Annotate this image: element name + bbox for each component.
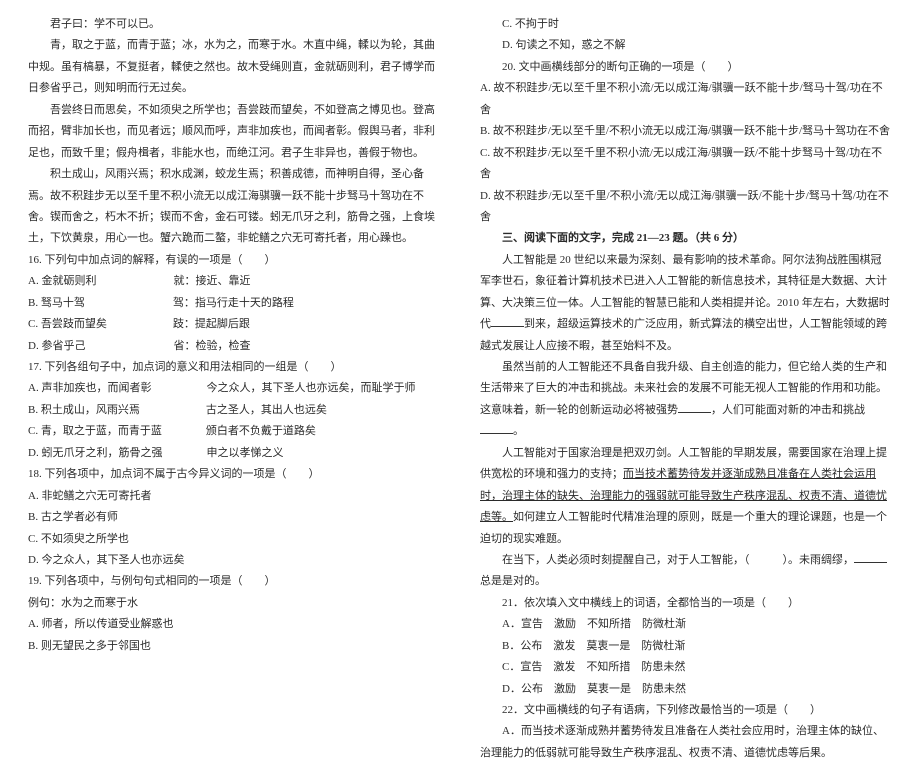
q20-stem: 20. 文中画横线部分的断句正确的一项是（ ） (480, 57, 892, 78)
q22-stem: 22．文中画横线的句子有语病，下列修改最恰当的一项是（ ） (480, 700, 892, 721)
q19-a: A. 师者，所以传道受业解惑也 (28, 614, 440, 635)
q19-b: B. 则无望民之多于邻国也 (28, 636, 440, 657)
blank-4 (854, 552, 887, 563)
q16-stem: 16. 下列句中加点词的解释，有误的一项是（ ） (28, 250, 440, 271)
q21-stem: 21．依次填入文中横线上的词语，全都恰当的一项是（ ） (480, 593, 892, 614)
q18-b: B. 古之学者必有师 (28, 507, 440, 528)
q20-b: B. 故不积跬步/无以至千里/不积小流无以成江海/骐骥一跃不能十步/驽马十驾功在… (480, 121, 892, 142)
q20-d: D. 故不积跬步/无以至千里/不积小流/无以成江海/骐骥一跃/不能十步/驽马十驾… (480, 186, 892, 229)
blank-1 (491, 316, 524, 327)
passage-p2: 青，取之于蓝，而青于蓝；冰，水为之，而寒于水。木直中绳，輮以为轮，其曲中规。虽有… (28, 35, 440, 99)
q17-stem: 17. 下列各组句子中，加点词的意义和用法相同的一组是（ ） (28, 357, 440, 378)
q17-a: A. 声非加疾也，而闻者彰 今之众人，其下圣人也亦远矣，而耻学于师 (28, 378, 440, 399)
q20-a: A. 故不积跬步/无以至千里不积小流/无以成江海/骐骥一跃不能十步/驽马十驾/功… (480, 78, 892, 121)
right-column: C. 不拘于时 D. 句读之不知，惑之不解 20. 文中画横线部分的断句正确的一… (480, 14, 892, 636)
q16-a: A. 金就砺则利 就：接近、靠近 (28, 271, 440, 292)
q17-c: C. 青，取之于蓝，而青于蓝 颁白者不负戴于道路矣 (28, 421, 440, 442)
q21-b: B．公布 激发 莫衷一是 防微杜渐 (480, 636, 892, 657)
q21-a: A．宣告 激励 不知所措 防微杜渐 (480, 614, 892, 635)
left-column: 君子曰：学不可以已。 青，取之于蓝，而青于蓝；冰，水为之，而寒于水。木直中绳，輮… (28, 14, 440, 636)
blank-3 (480, 423, 513, 434)
q20-c: C. 故不积跬步/无以至千里不积小流/无以成江海/骐骥一跃/不能十步驽马十驾/功… (480, 143, 892, 186)
q21-c: C．宣告 激发 不知所措 防患未然 (480, 657, 892, 678)
p6-c: 。 (513, 425, 524, 437)
passage-p1: 君子曰：学不可以已。 (28, 14, 440, 35)
q21-d: D．公布 激励 莫衷一是 防患未然 (480, 679, 892, 700)
q17-d: D. 蚓无爪牙之利，筋骨之强 申之以孝悌之义 (28, 443, 440, 464)
q18-a: A. 非蛇鳝之穴无可寄托者 (28, 486, 440, 507)
p8-b: 总是是对的。 (480, 575, 546, 587)
passage-p5: 人工智能是 20 世纪以来最为深刻、最有影响的技术革命。阿尔法狗战胜围棋冠军李世… (480, 250, 892, 357)
p6-b: ，人们可能面对新的冲击和挑战 (711, 404, 865, 416)
q19-stem: 19. 下列各项中，与例句句式相同的一项是（ ） (28, 571, 440, 592)
q17-b: B. 积土成山，风雨兴焉 古之圣人，其出人也远矣 (28, 400, 440, 421)
q18-stem: 18. 下列各项中，加点词不属于古今异义词的一项是（ ） (28, 464, 440, 485)
q16-c: C. 吾尝跂而望矣 跂：提起脚后跟 (28, 314, 440, 335)
passage-p3: 吾尝终日而思矣，不如须臾之所学也；吾尝跂而望矣，不如登高之博见也。登高而招，臂非… (28, 100, 440, 164)
q16-d: D. 参省乎己 省：检验，检查 (28, 336, 440, 357)
passage-p7: 人工智能对于国家治理是把双刃剑。人工智能的早期发展，需要国家在治理上提供宽松的环… (480, 443, 892, 550)
p8-a: 在当下，人类必须时刻提醒自己，对于人工智能，（ ）。未雨绸缪， (502, 554, 854, 566)
q22-a: A．而当技术逐渐成熟并蓄势待发且准备在人类社会应用时，治理主体的缺位、治理能力的… (480, 721, 892, 764)
passage-p8: 在当下，人类必须时刻提醒自己，对于人工智能，（ ）。未雨绸缪， 总是是对的。 (480, 550, 892, 593)
q19-d: D. 句读之不知，惑之不解 (480, 35, 892, 56)
q16-b: B. 驽马十驾 驾：指马行走十天的路程 (28, 293, 440, 314)
blank-2 (678, 402, 711, 413)
p5-b: 到来，超级运算技术的广泛应用，新式算法的横空出世，人工智能领域的跨越式发展让人应… (480, 318, 887, 351)
section-3-heading: 三、阅读下面的文字，完成 21—23 题。（共 6 分） (480, 228, 892, 249)
q19-example: 例句：水为之而寒于水 (28, 593, 440, 614)
passage-p6: 虽然当前的人工智能还不具备自我升级、自主创造的能力，但它给人类的生产和生活带来了… (480, 357, 892, 443)
p7-c: 如何建立人工智能时代精准治理的原则，既是一个重大的理论课题，也是一个迫切的现实难… (480, 511, 887, 544)
q19-c: C. 不拘于时 (480, 14, 892, 35)
passage-p4: 积土成山，风雨兴焉；积水成渊，蛟龙生焉；积善成德，而神明自得，圣心备焉。故不积跬… (28, 164, 440, 250)
q18-d: D. 今之众人，其下圣人也亦远矣 (28, 550, 440, 571)
q18-c: C. 不如须臾之所学也 (28, 529, 440, 550)
